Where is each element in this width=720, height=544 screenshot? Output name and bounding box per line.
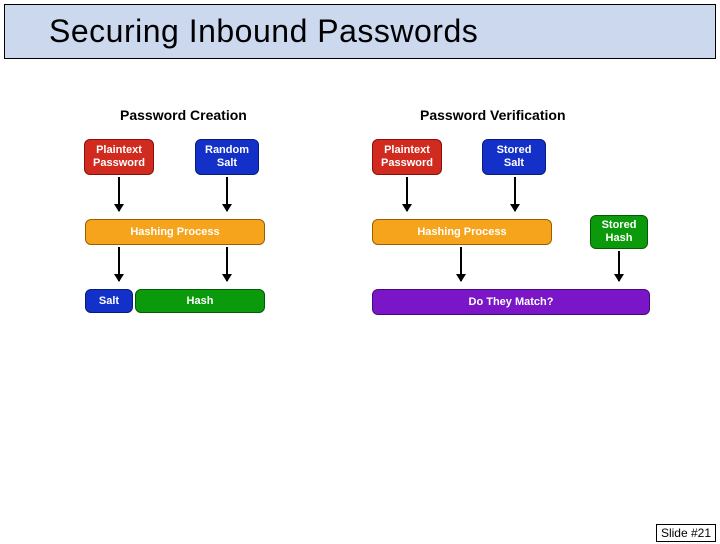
label-storedhash-l2: Hash [606,232,633,245]
header-password-verification: Password Verification [420,107,566,123]
box-hashing-process-verify: Hashing Process [372,219,552,245]
label-plaintext-v-l1: Plaintext [384,144,430,157]
label-randomsalt-l2: Salt [217,157,237,170]
box-do-they-match: Do They Match? [372,289,650,315]
label-plaintext-v-l2: Password [381,157,433,170]
arrow-hash-to-saltout [118,247,120,281]
box-stored-hash: Stored Hash [590,215,648,249]
arrow-plaintext-to-hash-verify [406,177,408,211]
label-storedsalt-l2: Salt [504,157,524,170]
box-output-salt: Salt [85,289,133,313]
arrow-salt-to-hash-verify [514,177,516,211]
slide-title-bar: Securing Inbound Passwords [4,4,716,59]
box-random-salt: Random Salt [195,139,259,175]
box-hashing-process-creation: Hashing Process [85,219,265,245]
label-storedsalt-l1: Stored [497,144,532,157]
slide-title: Securing Inbound Passwords [25,13,695,50]
label-storedhash-l1: Stored [602,219,637,232]
arrow-plaintext-to-hash-creation [118,177,120,211]
arrow-storedhash-to-match [618,251,620,281]
slide-number: Slide #21 [656,524,716,542]
header-password-creation: Password Creation [120,107,247,123]
arrow-hash-to-hashout [226,247,228,281]
label-plaintext-l2: Password [93,157,145,170]
label-plaintext-l1: Plaintext [96,144,142,157]
box-plaintext-password-verify: Plaintext Password [372,139,442,175]
arrow-hash-to-match [460,247,462,281]
arrow-salt-to-hash-creation [226,177,228,211]
box-stored-salt: Stored Salt [482,139,546,175]
label-randomsalt-l1: Random [205,144,249,157]
box-output-hash: Hash [135,289,265,313]
box-plaintext-password-creation: Plaintext Password [84,139,154,175]
diagram-area: Password Creation Password Verification … [0,59,720,479]
